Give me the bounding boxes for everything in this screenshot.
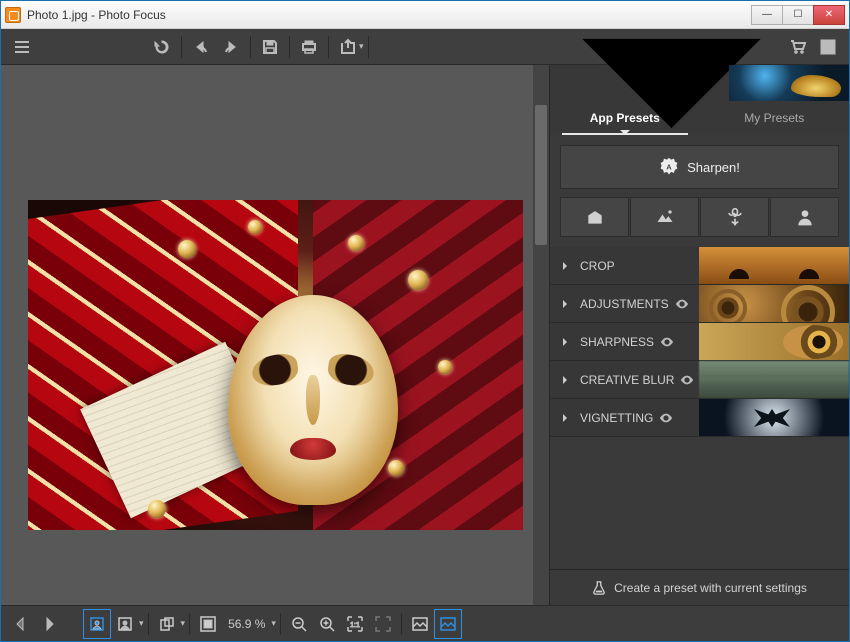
side-panel: PRESETS App Presets My Presets A Sharpen… (549, 65, 849, 605)
zoom-in-icon (318, 615, 336, 633)
chevron-down-icon: ▾ (271, 618, 276, 629)
panel-crop[interactable]: CROP (550, 247, 849, 285)
undo-history-button[interactable] (147, 32, 177, 62)
person-icon (795, 207, 815, 227)
category-portrait[interactable] (770, 197, 839, 237)
panel-thumb (699, 399, 849, 436)
compare-before-button[interactable] (406, 609, 434, 639)
chevron-right-icon (560, 299, 570, 309)
create-preset-label: Create a preset with current settings (614, 581, 807, 595)
grid-button[interactable] (813, 32, 843, 62)
portrait-alt-icon (116, 615, 134, 633)
visibility-toggle[interactable] (675, 296, 689, 311)
rotate-icon (158, 615, 176, 633)
photo-preview (28, 200, 523, 530)
visibility-toggle[interactable] (660, 334, 674, 349)
bottom-toolbar: ▾ ▾ 56.9 % ▾ 1:1 (1, 605, 849, 641)
arrow-right-icon (40, 615, 58, 633)
panel-adjustments[interactable]: ADJUSTMENTS (550, 285, 849, 323)
tab-app-presets[interactable]: App Presets (550, 101, 700, 135)
image-icon (439, 615, 457, 633)
panel-thumb (699, 323, 849, 360)
save-button[interactable] (255, 32, 285, 62)
chevron-right-icon (560, 261, 570, 271)
presets-header[interactable]: PRESETS (550, 65, 849, 101)
image-icon (411, 615, 429, 633)
preset-tabs: App Presets My Presets (550, 101, 849, 135)
undo-button[interactable] (186, 32, 216, 62)
print-button[interactable] (294, 32, 324, 62)
menu-button[interactable] (7, 32, 37, 62)
eye-icon (680, 373, 694, 387)
visibility-toggle[interactable] (659, 410, 673, 425)
view-mode-a[interactable] (83, 609, 111, 639)
presets-artwork (729, 65, 849, 101)
chevron-down-icon: ▾ (139, 618, 144, 629)
canvas-area (1, 65, 549, 605)
maximize-button[interactable]: ☐ (782, 5, 814, 25)
panel-sharpness[interactable]: SHARPNESS (550, 323, 849, 361)
zoom-out-icon (290, 615, 308, 633)
redo-button[interactable] (216, 32, 246, 62)
category-architecture[interactable] (560, 197, 629, 237)
preset-categories (560, 197, 839, 237)
category-landscape[interactable] (630, 197, 699, 237)
eye-icon (660, 335, 674, 349)
store-button[interactable] (783, 32, 813, 62)
panel-sharpness-label: SHARPNESS (580, 335, 654, 349)
panel-creative-blur[interactable]: CREATIVE BLUR (550, 361, 849, 399)
building-icon (585, 207, 605, 227)
fullscreen-button[interactable] (369, 609, 397, 639)
portrait-icon (88, 615, 106, 633)
panel-vignetting[interactable]: VIGNETTING (550, 399, 849, 437)
rotate-button[interactable] (153, 609, 181, 639)
prev-image-button[interactable] (7, 609, 35, 639)
compare-after-button[interactable] (434, 609, 462, 639)
chevron-down-icon: ▾ (181, 618, 186, 629)
arrow-left-icon (12, 615, 30, 633)
panel-thumb (699, 361, 849, 398)
chevron-right-icon (560, 337, 570, 347)
canvas-viewport[interactable] (1, 65, 549, 605)
next-image-button[interactable] (35, 609, 63, 639)
chevron-right-icon (560, 375, 570, 385)
chevron-down-icon: ▾ (359, 41, 364, 52)
panel-adjustments-label: ADJUSTMENTS (580, 297, 669, 311)
panel-thumb (699, 247, 849, 284)
create-preset-button[interactable]: Create a preset with current settings (550, 569, 849, 605)
svg-text:1:1: 1:1 (350, 622, 360, 629)
panel-thumb (699, 285, 849, 322)
flask-icon (592, 581, 606, 595)
close-button[interactable]: ✕ (813, 5, 845, 25)
zoom-value[interactable]: 56.9 % (222, 617, 271, 631)
panel-crop-label: CROP (580, 259, 615, 273)
landscape-icon (655, 207, 675, 227)
eye-icon (675, 297, 689, 311)
view-mode-b[interactable] (111, 609, 139, 639)
flower-icon (725, 207, 745, 227)
panel-vignetting-label: VIGNETTING (580, 411, 653, 425)
panel-creative-blur-label: CREATIVE BLUR (580, 373, 674, 387)
vertical-scrollbar[interactable] (533, 65, 549, 605)
fit-icon (199, 615, 217, 633)
tab-my-presets[interactable]: My Presets (700, 101, 850, 135)
actual-size-button[interactable]: 1:1 (341, 609, 369, 639)
expand-icon (374, 615, 392, 633)
fit-button[interactable] (194, 609, 222, 639)
zoom-out-button[interactable] (285, 609, 313, 639)
category-macro[interactable] (700, 197, 769, 237)
visibility-toggle[interactable] (680, 372, 694, 387)
eye-icon (659, 411, 673, 425)
app-icon (5, 7, 21, 23)
app-window: Photo 1.jpg - Photo Focus — ☐ ✕ (0, 0, 850, 642)
zoom-in-button[interactable] (313, 609, 341, 639)
chevron-right-icon (560, 413, 570, 423)
one-to-one-icon: 1:1 (346, 615, 364, 633)
